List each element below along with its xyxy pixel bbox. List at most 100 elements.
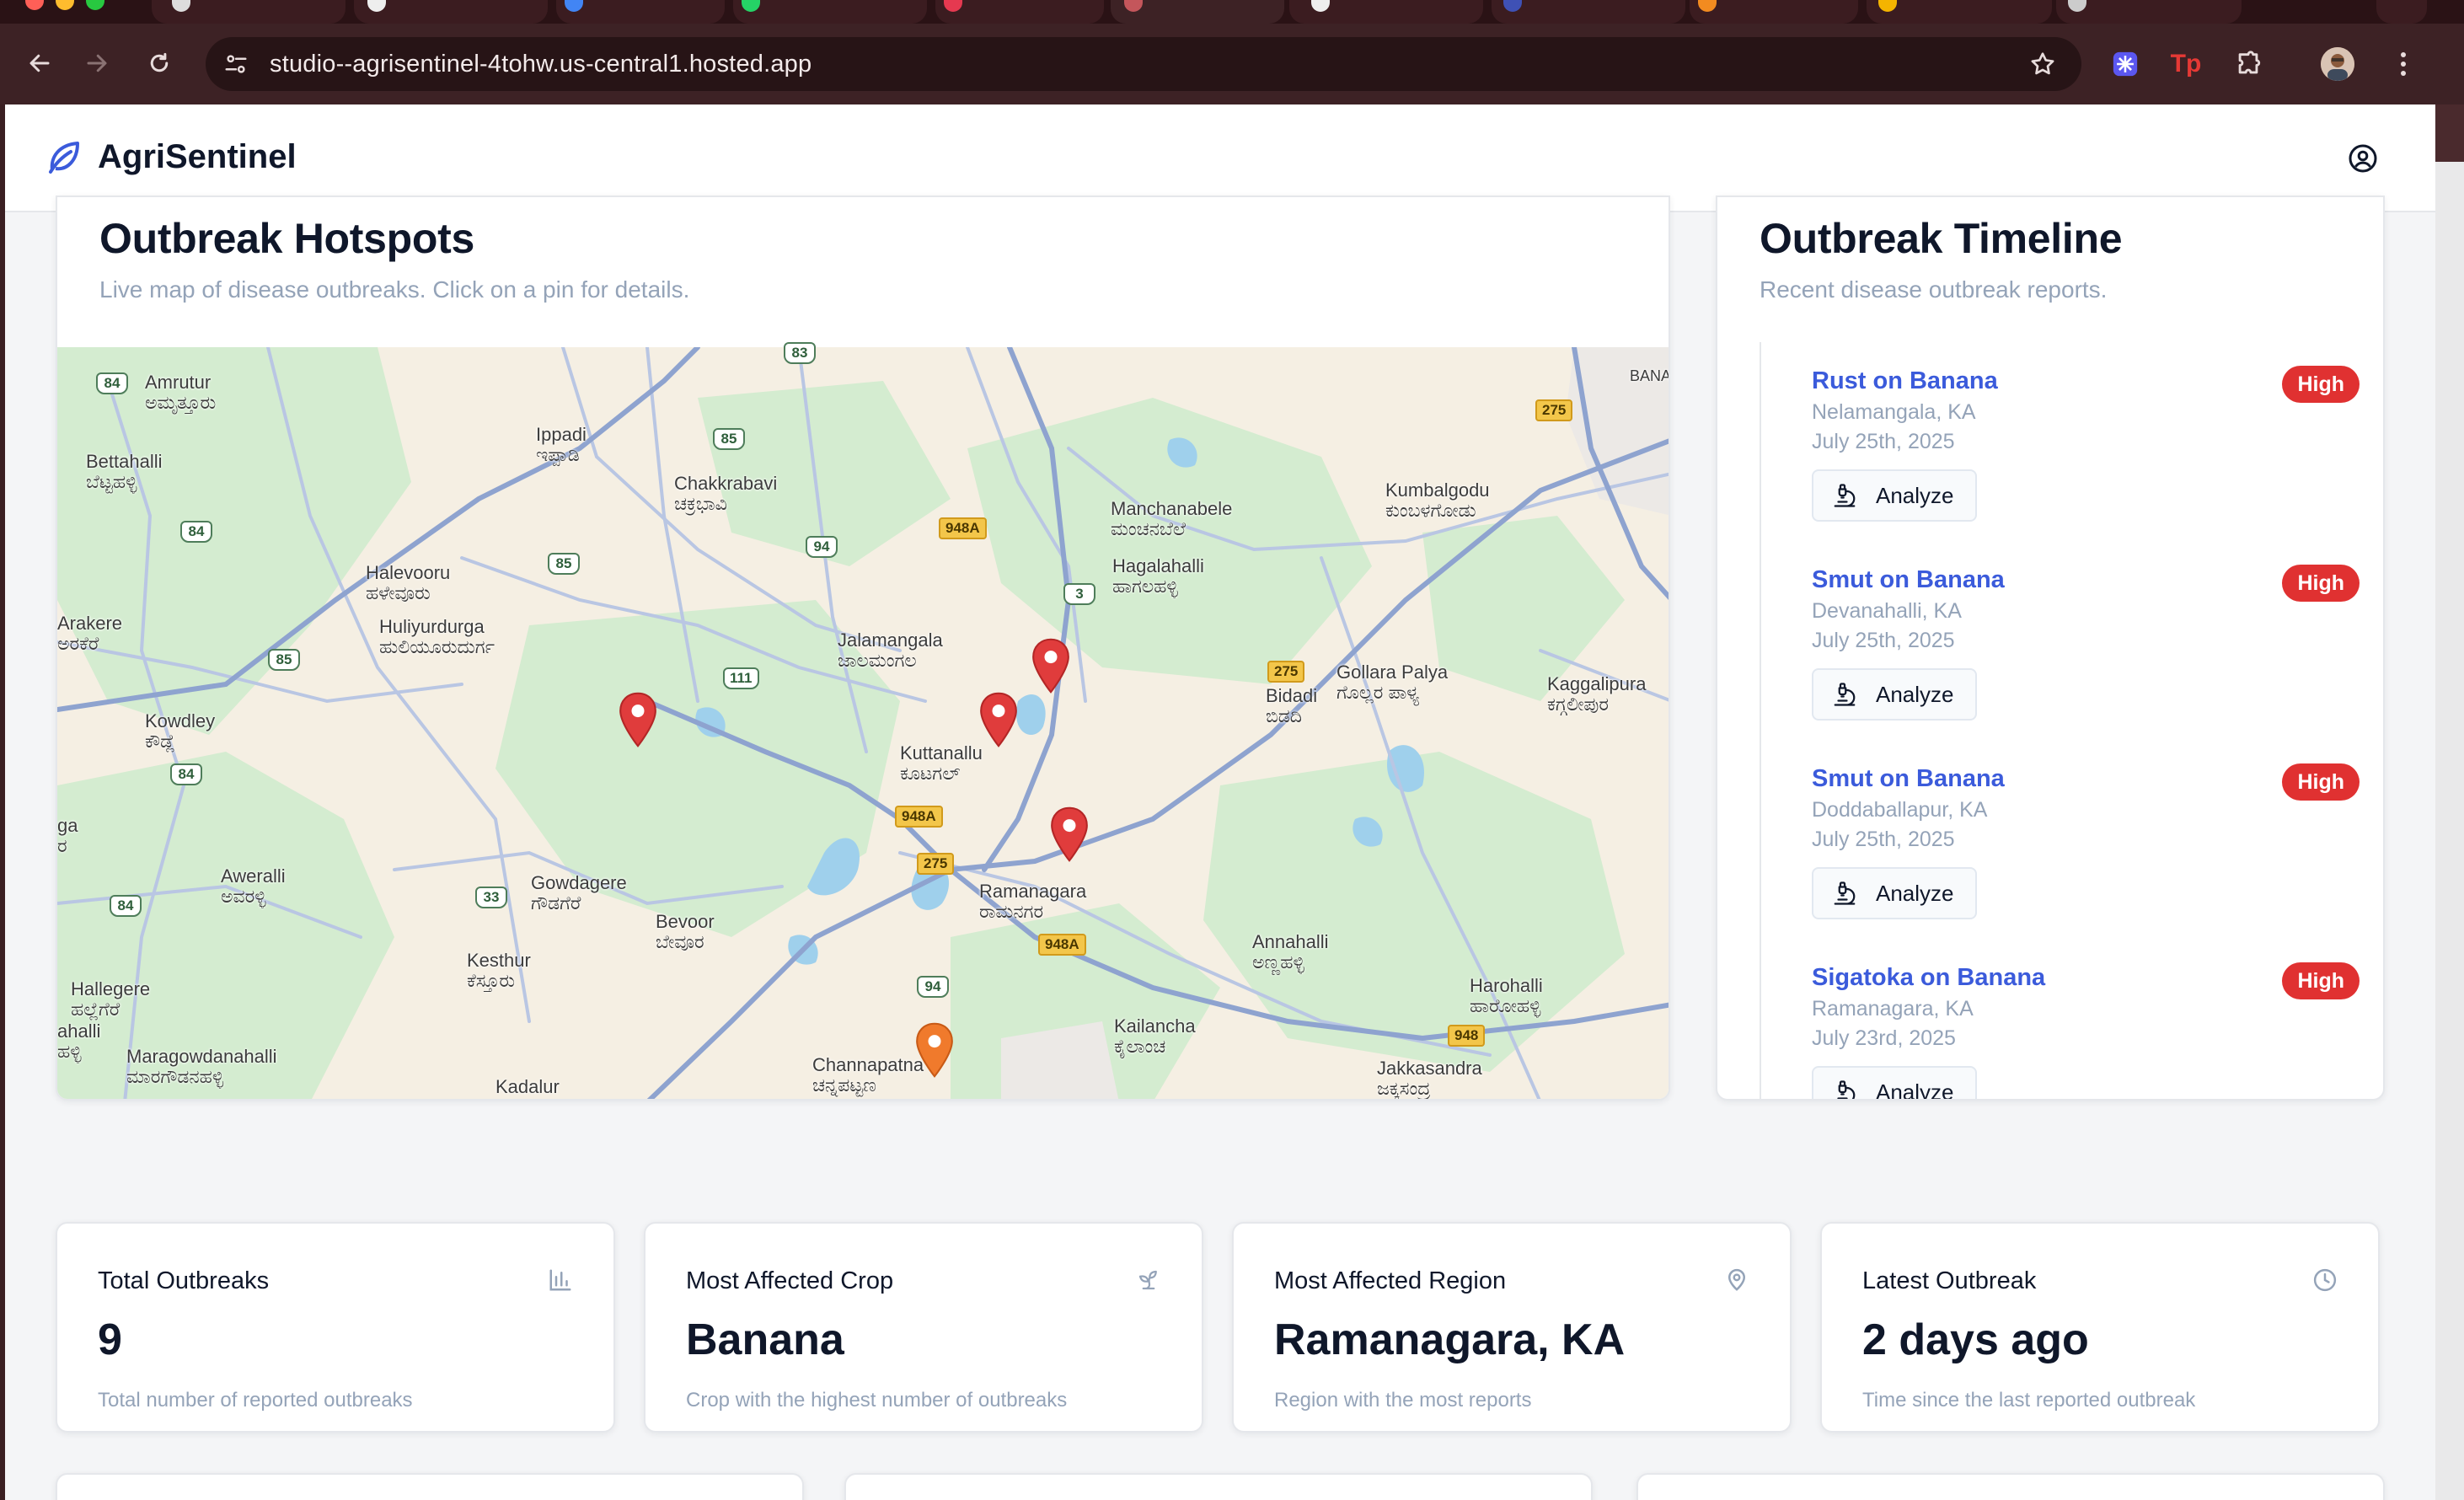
outbreak-timeline-card: Outbreak Timeline Recent disease outbrea… (1716, 196, 2385, 1101)
road-shield: 275 (1267, 661, 1305, 683)
browser-tab[interactable] (1492, 0, 1685, 24)
outbreak-name-link[interactable]: Sigatoka on Banana (1812, 964, 2360, 992)
extension-perplexity-icon[interactable] (2108, 47, 2142, 81)
map-place-label: Kowdley ಕೌಡ್ಲೆ (145, 710, 216, 752)
browser-toolbar: studio--agrisentinel-4tohw.us-central1.h… (0, 24, 2464, 104)
browser-tab[interactable] (1690, 0, 1858, 24)
browser-tab[interactable] (1289, 0, 1483, 24)
outbreak-map[interactable]: Amrutur ಅಮೃತ್ತೂರು Bettahalli ಬೆಟ್ಟಹಳ್ಳಿ Ip… (57, 342, 1669, 1099)
road-shield: 94 (806, 536, 838, 558)
outbreak-name-link[interactable]: Smut on Banana (1812, 566, 2360, 594)
severity-badge: High (2282, 763, 2360, 801)
outbreak-hotspots-card: Outbreak Hotspots Live map of disease ou… (56, 196, 1670, 1101)
stat-description: Total number of reported outbreaks (98, 1389, 413, 1412)
map-place-label: Ramanagara ರಾಮನಗರ (979, 881, 1087, 922)
road-shield: 275 (917, 853, 955, 875)
brand[interactable]: AgriSentinel (44, 137, 297, 177)
map-base (57, 347, 1669, 1099)
extensions-puzzle-icon[interactable] (2231, 47, 2265, 81)
outbreak-name-link[interactable]: Smut on Banana (1812, 765, 2360, 793)
url-text: studio--agrisentinel-4tohw.us-central1.h… (270, 50, 812, 78)
road-shield: 948A (939, 517, 987, 539)
app-name: AgriSentinel (98, 137, 297, 175)
map-place-label: Channapatna ಚನ್ನಪಟ್ಟಣ (812, 1054, 924, 1096)
map-place-label: Manchanabele ಮಂಚನಬೆಲೆ (1111, 498, 1233, 539)
road-shield: 85 (268, 649, 300, 671)
map-place-label: Bevoor ಬೇವೂರ (656, 911, 715, 952)
timeline-item: Smut on Banana Doddaballapur, KA July 25… (1812, 763, 2360, 919)
map-place-label: Huliyurdurga ಹುಲಿಯೂರುದುರ್ಗ (379, 616, 495, 657)
outbreak-name-link[interactable]: Rust on Banana (1812, 367, 2360, 395)
road-shield: 83 (784, 342, 816, 364)
analyze-button[interactable]: Analyze (1812, 1066, 1977, 1101)
outbreak-location: Doddaballapur, KA (1812, 798, 1988, 822)
tab-search-button[interactable] (2376, 0, 2427, 24)
window-minimize-button[interactable] (56, 0, 74, 10)
analyze-button[interactable]: Analyze (1812, 867, 1977, 919)
outbreak-date: July 25th, 2025 (1812, 828, 1955, 851)
analyze-label: Analyze (1876, 681, 1954, 707)
stat-label: Most Affected Crop (686, 1267, 894, 1294)
forward-button[interactable] (76, 42, 118, 84)
stat-value: Banana (686, 1315, 844, 1364)
road-shield: 948 (1448, 1025, 1486, 1047)
analyze-label: Analyze (1876, 1079, 1954, 1101)
map-place-label: Annahalli ಅಣ್ಣಹಳ್ಳಿ (1252, 931, 1329, 972)
map-place-label: Harohalli ಹಾರೋಹಳ್ಳಿ (1470, 975, 1543, 1016)
outbreak-location: Ramanagara, KA (1812, 997, 1974, 1021)
window-zoom-button[interactable] (86, 0, 104, 10)
page-viewport: AgriSentinel Outbreak Hotspots Live map … (5, 104, 2435, 1500)
map-place-label: Maragowdanahalli ಮಾರಗೌಡನಹಳ್ಳಿ (126, 1046, 277, 1087)
map-place-label: Kadalur (495, 1076, 560, 1097)
outbreak-pin-icon[interactable] (1030, 637, 1072, 694)
browser-tab[interactable] (2056, 0, 2242, 24)
browser-tab[interactable] (354, 0, 548, 24)
map-place-label: Amrutur ಅಮೃತ್ತೂರು (145, 372, 217, 413)
severity-badge: High (2282, 565, 2360, 602)
analyze-button[interactable]: Analyze (1812, 668, 1977, 721)
stat-value: 9 (98, 1315, 122, 1364)
map-place-label: Chakkrabavi ಚಕ್ರಭಾವಿ (674, 473, 778, 514)
browser-menu-icon[interactable] (2386, 47, 2420, 81)
road-shield: 84 (180, 521, 212, 543)
stat-value: 2 days ago (1862, 1315, 2089, 1364)
outbreak-pin-icon[interactable] (978, 691, 1020, 748)
map-place-label: Kailancha ಕೈಲಾಂಚ (1114, 1015, 1196, 1057)
reload-button[interactable] (138, 42, 180, 84)
extension-tp-icon[interactable]: Tp (2169, 47, 2203, 81)
stat-description: Time since the last reported outbreak (1862, 1389, 2196, 1412)
stat-value: Ramanagara, KA (1274, 1315, 1626, 1364)
browser-tab[interactable] (935, 0, 1104, 24)
outbreak-pin-icon[interactable] (1048, 806, 1090, 863)
browser-tab-active[interactable] (1111, 0, 1284, 24)
browser-tab-strip (0, 0, 2464, 24)
back-button[interactable] (19, 42, 61, 84)
browser-tab[interactable] (152, 0, 345, 24)
microscope-icon (1834, 484, 1856, 507)
map-place-label: Gowdagere ಗೌಡಗೆರೆ (531, 872, 627, 913)
map-place-label: Bettahalli ಬೆಟ್ಟಹಳ್ಳಿ (86, 451, 163, 492)
road-shield: 94 (917, 976, 949, 998)
user-menu-button[interactable] (2346, 142, 2380, 175)
clock-icon (2313, 1268, 2337, 1292)
hotspots-title: Outbreak Hotspots (99, 215, 474, 262)
outbreak-pin-icon[interactable] (617, 691, 659, 748)
outbreak-pin-icon[interactable] (913, 1021, 956, 1079)
browser-tab[interactable] (1867, 0, 2052, 24)
window-close-button[interactable] (25, 0, 44, 10)
analyze-button[interactable]: Analyze (1812, 469, 1977, 522)
road-shield: 85 (548, 553, 580, 575)
timeline-list[interactable]: Rust on Banana Nelamangala, KA July 25th… (1760, 342, 2366, 1101)
bookmark-star-icon[interactable] (2026, 47, 2060, 81)
address-bar[interactable]: studio--agrisentinel-4tohw.us-central1.h… (206, 37, 2081, 91)
profile-avatar[interactable] (2321, 47, 2354, 81)
map-place-label: Bidadi ಬಿಡದಿ (1266, 685, 1318, 726)
microscope-icon (1834, 881, 1856, 905)
site-info-icon[interactable] (219, 47, 253, 81)
road-shield: 275 (1535, 399, 1573, 421)
window-edge-strip (2435, 104, 2464, 1500)
stat-card-latest-outbreak: Latest Outbreak 2 days ago Time since th… (1820, 1222, 2380, 1433)
browser-tab[interactable] (733, 0, 927, 24)
browser-tab[interactable] (556, 0, 725, 24)
analyze-label: Analyze (1876, 880, 1954, 906)
